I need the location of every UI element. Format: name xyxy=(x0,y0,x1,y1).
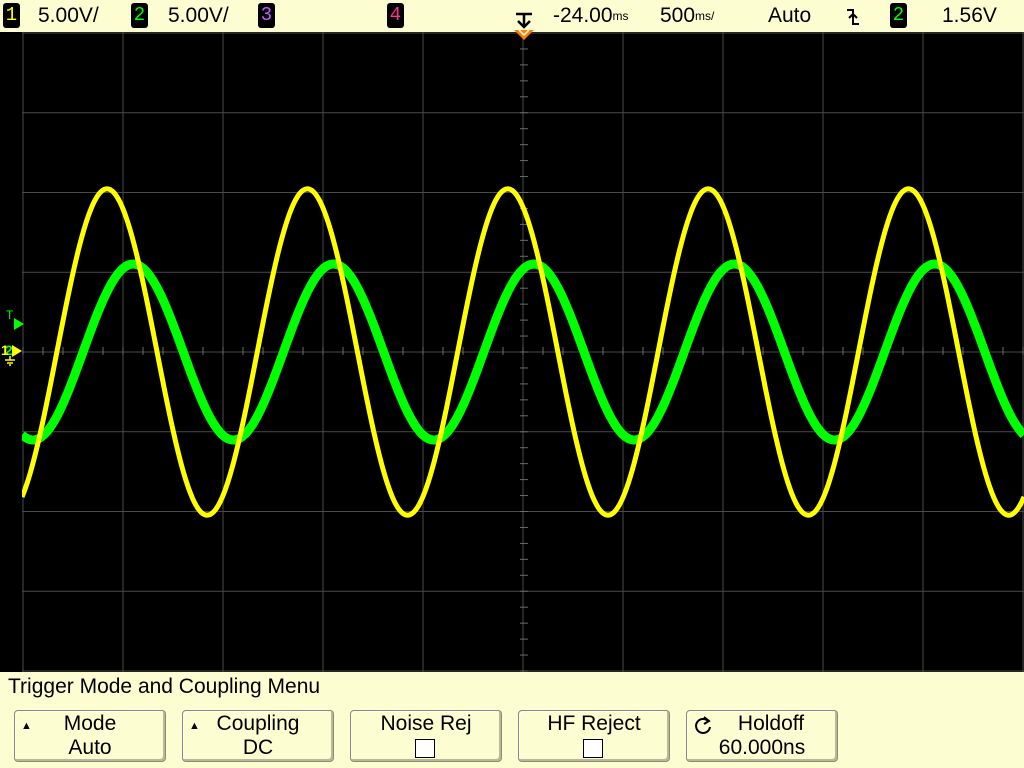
holdoff-label: Holdoff xyxy=(737,712,805,735)
channel-1-indicator[interactable]: 1 xyxy=(3,3,20,28)
hf-reject-label: HF Reject xyxy=(547,712,641,735)
trigger-delay-icon xyxy=(516,12,532,29)
mode-softkey[interactable]: ▲ Mode Auto xyxy=(14,710,166,762)
channel-1-scale: 5.00V/ xyxy=(38,4,99,27)
holdoff-softkey[interactable]: Holdoff 60.000ns xyxy=(686,710,838,762)
hf-reject-softkey[interactable]: HF Reject xyxy=(518,710,670,762)
noise-reject-label: Noise Rej xyxy=(380,712,472,735)
channel-2-indicator[interactable]: 2 xyxy=(131,3,148,28)
time-delay-unit: ms xyxy=(612,9,629,23)
time-scale: 500ms/ xyxy=(660,4,715,27)
mode-label: Mode xyxy=(63,712,117,735)
coupling-value: DC xyxy=(242,736,274,759)
menu-title: Trigger Mode and Coupling Menu xyxy=(8,675,321,698)
trigger-level-marker[interactable]: T xyxy=(6,308,24,334)
channel-3-indicator[interactable]: 3 xyxy=(258,3,275,28)
ground-symbol-icon xyxy=(5,356,15,366)
graticule xyxy=(19,32,1024,672)
mode-value: Auto xyxy=(68,736,112,759)
noise-reject-softkey[interactable]: Noise Rej xyxy=(350,710,502,762)
hf-reject-checkbox[interactable] xyxy=(583,739,603,758)
channel-2-scale: 5.00V/ xyxy=(168,4,229,27)
noise-reject-checkbox[interactable] xyxy=(415,739,435,758)
time-scale-unit: ms/ xyxy=(695,9,715,23)
coupling-label: Coupling xyxy=(216,712,300,735)
waveform-display[interactable] xyxy=(19,32,1024,672)
channel-4-indicator[interactable]: 4 xyxy=(387,3,404,28)
trigger-level-marker-label: T xyxy=(6,308,14,322)
trigger-source-indicator[interactable]: 2 xyxy=(890,3,907,28)
holdoff-value: 60.000ns xyxy=(718,736,806,759)
ground-marker[interactable]: 2 1 xyxy=(1,342,22,368)
coupling-softkey[interactable]: ▲ Coupling DC xyxy=(182,710,334,762)
softkey-menu: Trigger Mode and Coupling Menu ▲ Mode Au… xyxy=(0,672,1024,768)
trigger-level: 1.56V xyxy=(942,4,997,27)
status-bar: 1 5.00V/ 2 5.00V/ 3 4 -24.00ms 500ms/ Au… xyxy=(0,0,1024,32)
trigger-mode: Auto xyxy=(768,4,812,27)
trigger-arrow-icon xyxy=(14,318,24,330)
falling-edge-icon xyxy=(847,9,859,25)
time-delay: -24.00ms xyxy=(553,4,629,27)
trigger-position-icon[interactable] xyxy=(514,30,534,42)
